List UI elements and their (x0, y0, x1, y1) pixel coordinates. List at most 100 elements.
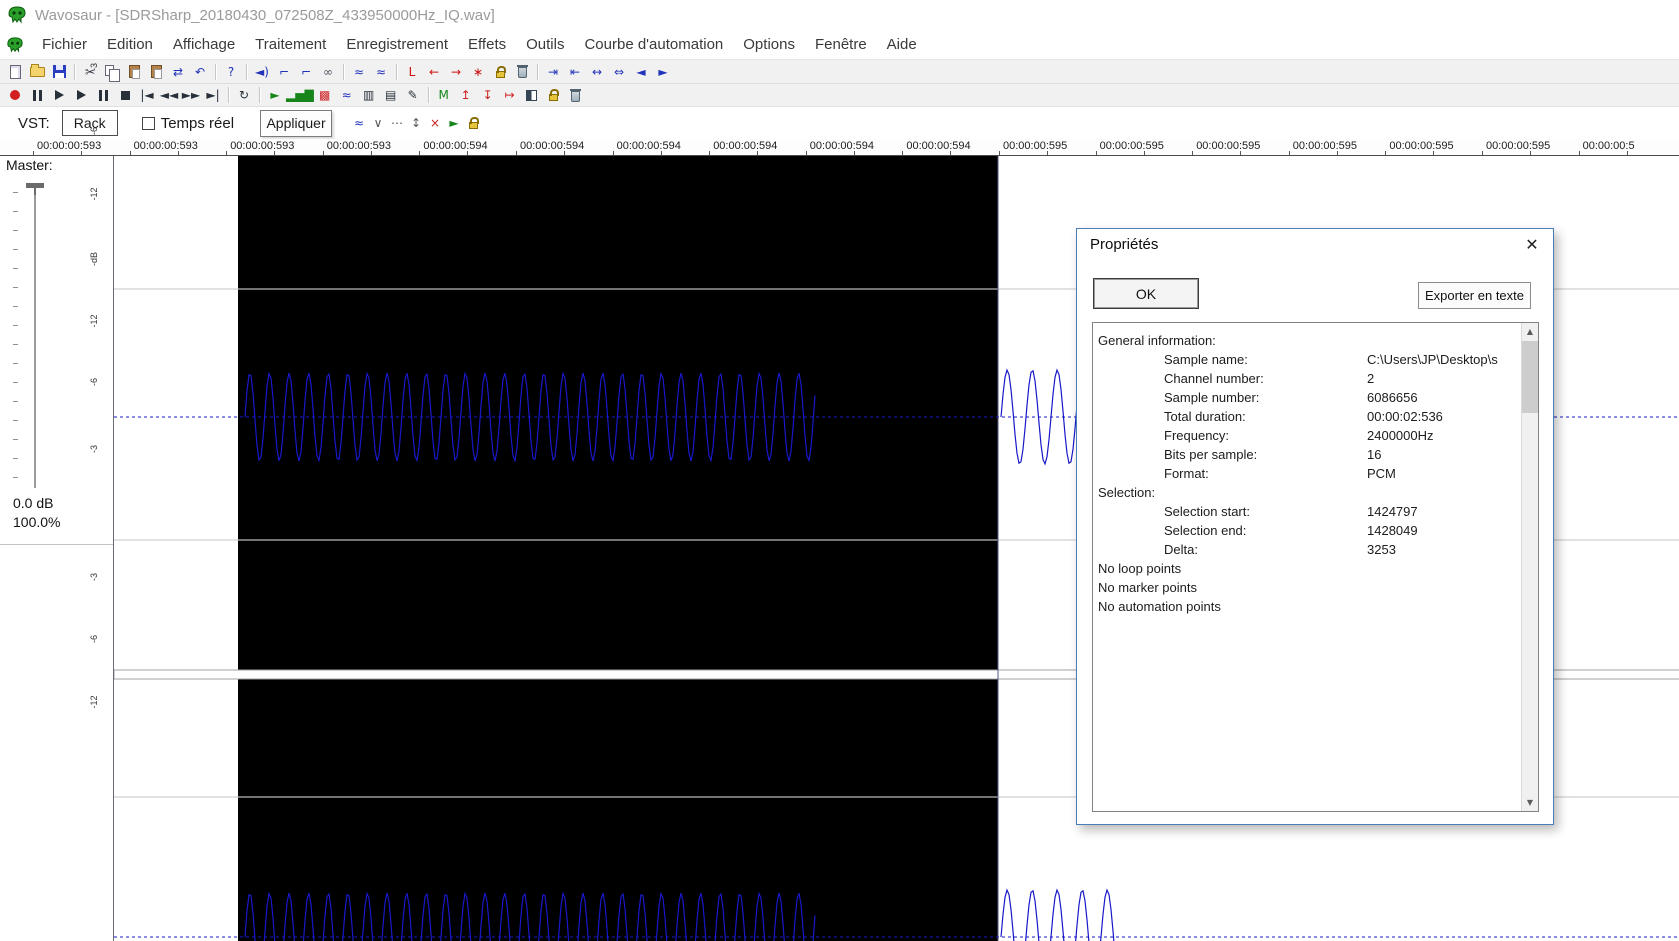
vst-lock-icon[interactable] (464, 114, 482, 132)
delete-icon (570, 88, 582, 102)
process-icon[interactable]: ► (445, 114, 463, 132)
pause-icon[interactable] (26, 85, 48, 106)
copy-icon[interactable] (101, 61, 123, 82)
automation-curve-icon[interactable]: ≈ (350, 114, 368, 132)
timeline-tick (467, 151, 469, 155)
dropdown-icon[interactable]: ∨ (369, 114, 387, 132)
wave-mix-icon[interactable]: ≈ (370, 61, 392, 82)
apply-button[interactable]: Appliquer (260, 109, 333, 137)
scroll-up-icon[interactable]: ▲ (1522, 323, 1538, 340)
delete-markers-icon[interactable] (511, 61, 533, 82)
statistics-icon[interactable]: ▤ (380, 85, 402, 106)
channel-convert-icon (526, 89, 538, 101)
forward-icon[interactable]: ►► (180, 85, 202, 106)
menu-options[interactable]: Options (733, 36, 805, 53)
master-slider-track[interactable] (34, 186, 36, 488)
marker-left-icon[interactable]: ← (423, 61, 445, 82)
loop-start-marker-icon[interactable]: L (401, 61, 423, 82)
rewind-icon[interactable]: ◄◄ (158, 85, 180, 106)
wave-insert-icon[interactable]: ≈ (348, 61, 370, 82)
prev-view-icon[interactable]: ◄ (630, 61, 652, 82)
new-file-icon[interactable] (4, 61, 26, 82)
menu-affichage[interactable]: Affichage (163, 36, 245, 53)
paste-insert-icon[interactable] (145, 61, 167, 82)
menu-traitement[interactable]: Traitement (245, 36, 336, 53)
property-label: Selection start: (1164, 504, 1250, 519)
zoom-all-icon[interactable]: ⇔ (608, 61, 630, 82)
speaker-icon[interactable]: ◄) (251, 61, 273, 82)
scroll-thumb[interactable] (1522, 341, 1538, 413)
loop-playback-icon[interactable]: ↻ (233, 85, 255, 106)
timeline-ruler[interactable]: 00:00:00:593 00:00:00:593 00:00:00:593 00:0… (0, 139, 1679, 156)
scroll-down-icon[interactable]: ▼ (1522, 794, 1538, 811)
timeline-tick (1530, 151, 1531, 155)
paste-icon[interactable] (123, 61, 145, 82)
close-icon[interactable]: ✕ (1517, 232, 1547, 258)
menu-courbe-d-automation[interactable]: Courbe d'automation (574, 36, 733, 53)
master-gain-slider[interactable] (26, 183, 44, 195)
record-icon[interactable] (4, 85, 26, 106)
repeat-icon[interactable]: ⇄ (167, 61, 189, 82)
trim-icon[interactable]: ⌐ (295, 61, 317, 82)
realtime-checkbox[interactable] (141, 116, 155, 130)
zoom-horizontal-icon[interactable]: ↔ (586, 61, 608, 82)
next-view-icon[interactable]: ► (652, 61, 674, 82)
more-icon[interactable]: ⋯ (388, 114, 406, 132)
pause-2-icon[interactable] (92, 85, 114, 106)
title-bar: Wavosaur - [SDRSharp_20180430_072508Z_43… (0, 0, 1679, 30)
undo-icon[interactable]: ↶ (189, 61, 211, 82)
sonogram-icon[interactable]: ▩ (314, 85, 336, 106)
property-label: Sample number: (1164, 390, 1260, 405)
menu-edition[interactable]: Edition (97, 36, 163, 53)
link-icon[interactable]: ∞ (317, 61, 339, 82)
export-text-button[interactable]: Exporter en texte (1418, 282, 1531, 309)
property-row: Delta: 3253 (1093, 542, 1521, 561)
channel-convert-icon[interactable] (521, 85, 543, 106)
timeline-tick (370, 151, 372, 155)
timeline-tick (564, 151, 565, 155)
go-start-icon[interactable]: |◄ (136, 85, 158, 106)
marker-all-icon[interactable]: ∗ (467, 61, 489, 82)
resize-icon[interactable]: ↕ (407, 114, 425, 132)
spectrum-icon[interactable]: ▂▅▇ (286, 85, 314, 106)
menu-enregistrement[interactable]: Enregistrement (336, 36, 458, 53)
save-file-icon[interactable] (48, 61, 70, 82)
play-file-icon[interactable]: ► (264, 85, 286, 106)
menu-fichier[interactable]: Fichier (32, 36, 97, 53)
timeline-tick (1482, 151, 1483, 155)
toolbar-separator (246, 63, 247, 80)
delete-icon[interactable] (565, 85, 587, 106)
marker-next-icon[interactable]: ↦ (499, 85, 521, 106)
menu-effets[interactable]: Effets (458, 36, 516, 53)
timeline-label: 00:00:00:594 (616, 140, 681, 152)
lock-markers-icon[interactable] (489, 61, 511, 82)
help-icon[interactable]: ? (220, 61, 242, 82)
zoom-out-selection-icon[interactable]: ⇤ (564, 61, 586, 82)
menu-outils[interactable]: Outils (516, 36, 574, 53)
marker-up-icon[interactable]: ↥ (455, 85, 477, 106)
master-gain-db: 0.0 dB (13, 495, 54, 511)
property-label: Frequency: (1164, 428, 1230, 443)
zoom-selection-icon[interactable]: ⇥ (542, 61, 564, 82)
menu-aide[interactable]: Aide (877, 36, 927, 53)
remove-icon[interactable]: × (426, 114, 444, 132)
insert-silence-icon[interactable]: ⌐ (273, 61, 295, 82)
stop-icon[interactable] (114, 85, 136, 106)
play-selection-icon[interactable] (48, 85, 70, 106)
mono-icon[interactable]: M (433, 85, 455, 106)
lock-icon[interactable] (543, 85, 565, 106)
go-end-icon[interactable]: ►| (202, 85, 224, 106)
open-file-icon[interactable] (26, 61, 48, 82)
master-panel: Master: 0.0 dB 100.0% (0, 156, 113, 545)
marker-right-icon[interactable]: → (445, 61, 467, 82)
wave-view-icon[interactable]: ≈ (336, 85, 358, 106)
level-meter-icon[interactable]: ▥ (358, 85, 380, 106)
play-icon[interactable] (70, 85, 92, 106)
pencil-icon[interactable]: ✎ (402, 85, 424, 106)
marker-down-icon[interactable]: ↧ (477, 85, 499, 106)
ok-button[interactable]: OK (1093, 278, 1199, 309)
timeline-tick (322, 151, 324, 155)
menu-fen-tre[interactable]: Fenêtre (805, 36, 877, 53)
dialog-scrollbar[interactable]: ▲ ▼ (1521, 323, 1538, 811)
property-row: Bits per sample: 16 (1093, 447, 1521, 466)
